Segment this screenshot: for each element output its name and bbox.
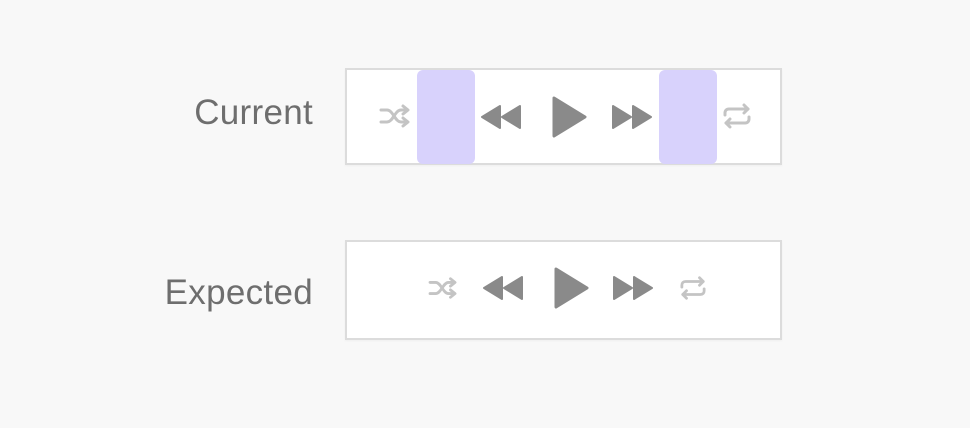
current-label: Current [194, 93, 313, 132]
left-spacing-gap [417, 70, 475, 164]
current-player-controls [345, 68, 782, 165]
expected-player-controls [345, 240, 782, 340]
comparison-page: Current Expected [0, 0, 970, 428]
repeat-icon [678, 275, 708, 301]
previous-button[interactable] [480, 271, 526, 305]
shuffle-button[interactable] [377, 101, 413, 131]
previous-button[interactable] [478, 100, 524, 134]
shuffle-icon [427, 275, 459, 301]
play-icon [552, 266, 590, 310]
rewind-icon [479, 102, 523, 132]
next-button[interactable] [610, 271, 656, 305]
play-button[interactable] [551, 265, 591, 311]
repeat-button[interactable] [719, 101, 755, 131]
repeat-icon [721, 102, 753, 130]
right-spacing-gap [659, 70, 717, 164]
fast-forward-icon [611, 273, 655, 303]
play-button[interactable] [549, 94, 589, 140]
next-button[interactable] [609, 100, 655, 134]
fast-forward-icon [610, 102, 654, 132]
shuffle-button[interactable] [426, 273, 460, 303]
repeat-button[interactable] [676, 273, 710, 303]
expected-label: Expected [164, 273, 313, 312]
shuffle-icon [378, 102, 412, 130]
play-icon [550, 95, 588, 139]
rewind-icon [481, 273, 525, 303]
